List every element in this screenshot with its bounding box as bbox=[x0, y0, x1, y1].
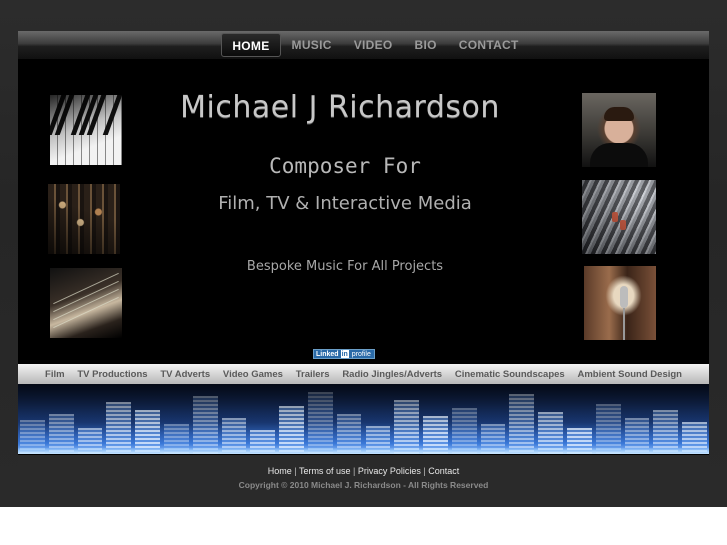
nav-item-music[interactable]: MUSIC bbox=[281, 33, 343, 57]
nav-item-home[interactable]: HOME bbox=[221, 33, 281, 57]
footer-separator: | bbox=[423, 466, 426, 476]
main-navigation: HOME MUSIC VIDEO BIO CONTACT bbox=[18, 31, 709, 59]
footer-link-terms[interactable]: Terms of use bbox=[299, 466, 351, 476]
footer-separator: | bbox=[352, 466, 356, 476]
subtagline: Film, TV & Interactive Media bbox=[218, 193, 472, 214]
category-film[interactable]: Film bbox=[39, 369, 71, 380]
category-tv-productions[interactable]: TV Productions bbox=[71, 369, 154, 380]
footer-link-privacy[interactable]: Privacy Policies bbox=[358, 466, 421, 476]
footer-separator: | bbox=[294, 466, 297, 476]
category-radio-jingles[interactable]: Radio Jingles/Adverts bbox=[336, 369, 449, 380]
composer-portrait-photo bbox=[582, 93, 656, 167]
equalizer-banner bbox=[18, 384, 709, 454]
tagline: Composer For bbox=[269, 154, 421, 178]
mixing-console-photo bbox=[48, 184, 120, 254]
linkedin-label: Linked bbox=[314, 350, 341, 358]
category-trailers[interactable]: Trailers bbox=[289, 369, 336, 380]
category-navigation: Film TV Productions TV Adverts Video Gam… bbox=[18, 364, 709, 384]
bespoke-text: Bespoke Music For All Projects bbox=[246, 259, 444, 274]
studio-desk-photo bbox=[582, 180, 656, 254]
site-title: Michael J Richardson bbox=[180, 90, 500, 125]
copyright-notice: Copyright © 2010 Michael J. Richardson -… bbox=[238, 480, 489, 490]
nav-item-video[interactable]: VIDEO bbox=[343, 33, 404, 57]
category-cinematic-soundscapes[interactable]: Cinematic Soundscapes bbox=[448, 369, 571, 380]
footer-links: Home | Terms of use | Privacy Policies |… bbox=[0, 466, 727, 476]
category-video-games[interactable]: Video Games bbox=[217, 369, 290, 380]
linkedin-in-icon: in bbox=[340, 350, 349, 358]
nav-item-bio[interactable]: BIO bbox=[404, 33, 448, 57]
linkedin-profile-label: profile bbox=[348, 350, 374, 358]
piano-keys-photo bbox=[50, 95, 122, 165]
footer-link-contact[interactable]: Contact bbox=[428, 466, 459, 476]
linkedin-profile-badge[interactable]: Linked in profile bbox=[313, 349, 375, 359]
category-tv-adverts[interactable]: TV Adverts bbox=[154, 369, 217, 380]
category-ambient-sound-design[interactable]: Ambient Sound Design bbox=[571, 369, 688, 380]
footer-link-home[interactable]: Home bbox=[268, 466, 292, 476]
microphone-photo bbox=[584, 266, 656, 340]
guitar-photo bbox=[50, 268, 122, 338]
nav-item-contact[interactable]: CONTACT bbox=[448, 33, 530, 57]
